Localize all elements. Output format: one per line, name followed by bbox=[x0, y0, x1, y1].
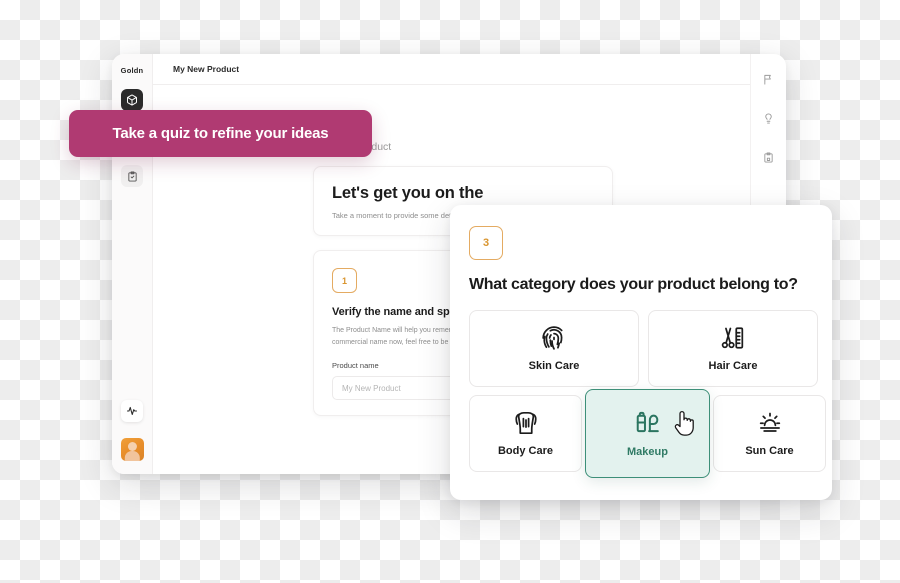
option-sun-care[interactable]: Sun Care bbox=[713, 395, 826, 472]
breadcrumb: Create a product bbox=[313, 141, 392, 153]
category-options-row-1: Skin Care Hair Care bbox=[469, 310, 818, 387]
quiz-callout-label: Take a quiz to refine your ideas bbox=[112, 125, 329, 142]
sun-icon bbox=[757, 410, 783, 436]
flag-icon[interactable] bbox=[758, 68, 780, 90]
topbar: My New Product bbox=[153, 54, 750, 85]
box-icon[interactable] bbox=[121, 89, 143, 111]
quiz-question: What category does your product belong t… bbox=[469, 276, 798, 293]
quiz-step-badge: 3 bbox=[469, 226, 503, 260]
torso-icon bbox=[513, 410, 539, 436]
option-label: Body Care bbox=[497, 445, 554, 457]
option-hair-care[interactable]: Hair Care bbox=[648, 310, 818, 387]
quiz-card: 3 What category does your product belong… bbox=[450, 205, 832, 500]
fingerprint-icon bbox=[541, 325, 567, 351]
page-title: My New Product bbox=[173, 64, 240, 74]
option-label: Hair Care bbox=[708, 360, 758, 372]
activity-icon[interactable] bbox=[121, 400, 143, 422]
option-label: Makeup bbox=[627, 446, 668, 458]
clipboard-icon[interactable] bbox=[758, 146, 780, 168]
clipboard-check-icon[interactable] bbox=[121, 165, 143, 187]
quiz-callout-badge[interactable]: Take a quiz to refine your ideas bbox=[69, 110, 372, 157]
lipstick-icon bbox=[634, 409, 662, 437]
brand-logo[interactable]: Goldn bbox=[121, 66, 144, 75]
hand-pointer-cursor bbox=[674, 410, 694, 436]
lightbulb-icon[interactable] bbox=[758, 107, 780, 129]
option-label: Skin Care bbox=[528, 360, 580, 372]
scissors-comb-icon bbox=[720, 325, 746, 351]
canvas-backdrop: Goldn My New Product product Let's get y… bbox=[0, 0, 900, 583]
avatar[interactable] bbox=[120, 438, 144, 461]
hero-title: Let's get you on the bbox=[332, 184, 484, 202]
option-body-care[interactable]: Body Care bbox=[469, 395, 582, 472]
step-number-badge: 1 bbox=[332, 268, 357, 293]
option-makeup[interactable]: Makeup bbox=[585, 389, 710, 478]
option-skin-care[interactable]: Skin Care bbox=[469, 310, 639, 387]
category-options-row-2: Body Care Makeup Sun Care bbox=[469, 389, 826, 478]
option-label: Sun Care bbox=[745, 445, 794, 457]
